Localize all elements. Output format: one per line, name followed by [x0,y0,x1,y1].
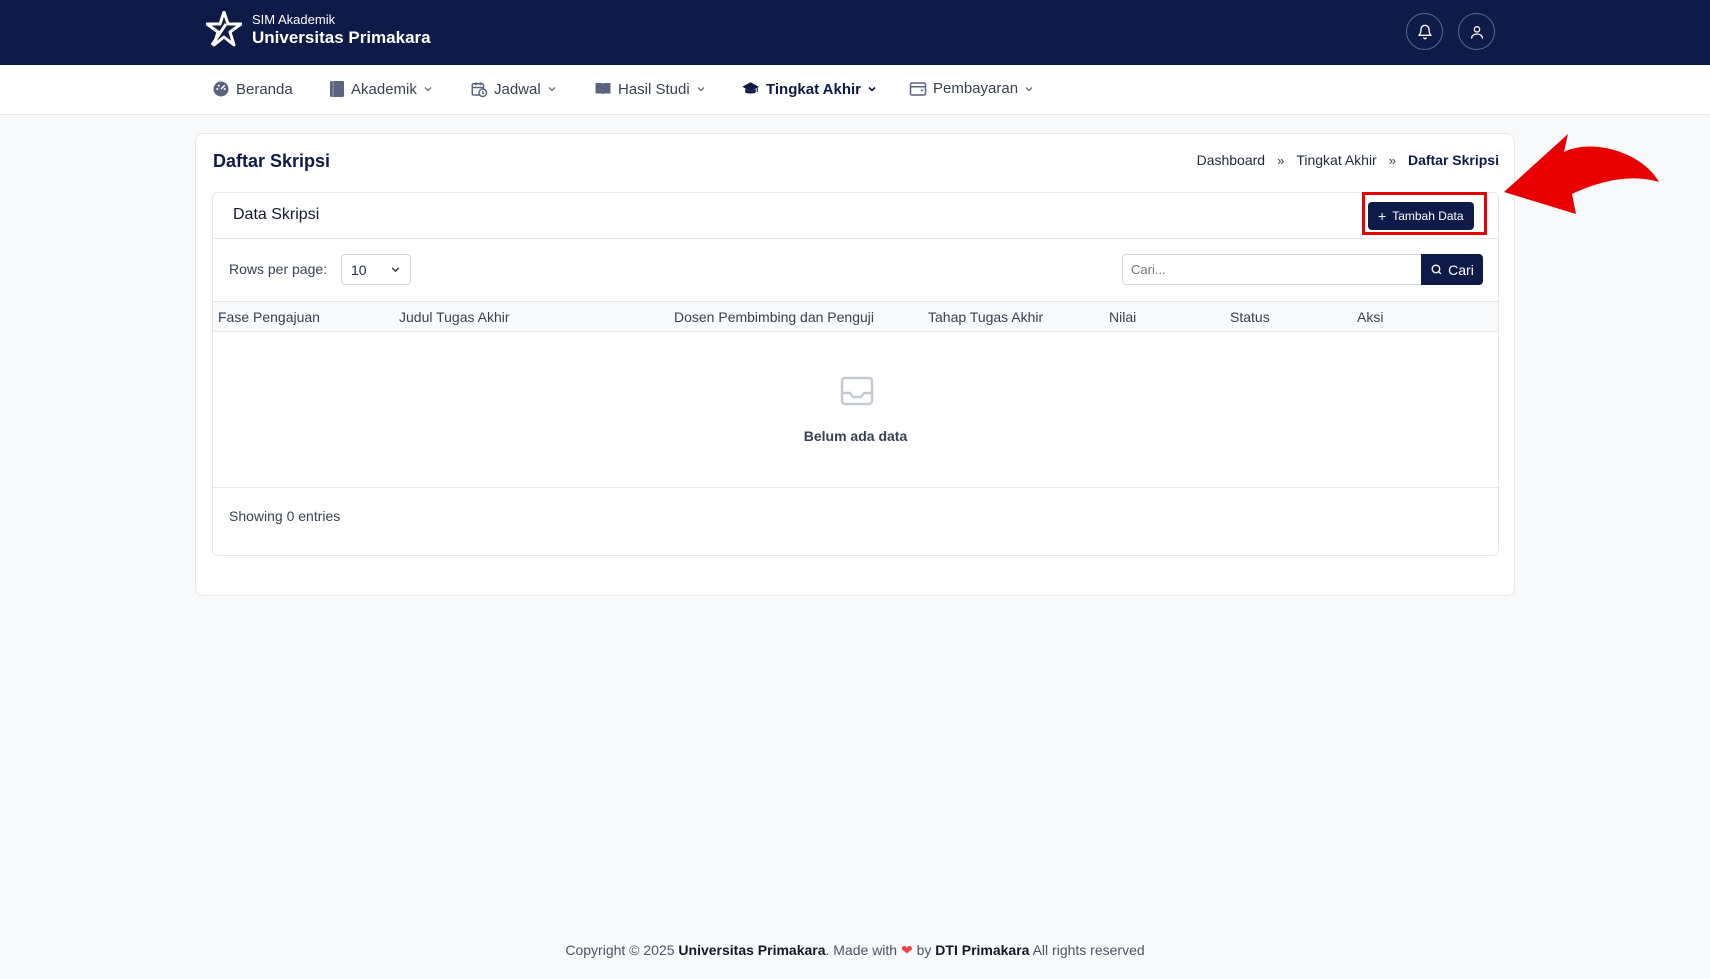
book-icon [329,80,345,98]
column-nilai: Nilai [1109,309,1137,325]
column-status: Status [1230,309,1270,325]
empty-state-text: Belum ada data [803,428,908,444]
notification-button[interactable] [1406,13,1443,50]
breadcrumb-separator: » [1277,152,1285,168]
chevron-down-icon [867,84,877,94]
nav-label: Tingkat Akhir [766,80,862,98]
breadcrumb-tingkat-akhir[interactable]: Tingkat Akhir [1296,152,1376,168]
data-skripsi-panel: Data Skripsi + Tambah Data Rows per page… [212,192,1499,556]
dashboard-icon [212,80,230,98]
nav-label: Hasil Studi [618,80,690,98]
footer-copyright: Copyright © 2025 [565,942,675,958]
page-title: Daftar Skripsi [213,151,331,171]
breadcrumb-dashboard[interactable]: Dashboard [1197,152,1266,168]
nav-label: Jadwal [494,80,541,98]
nav-tingkat-akhir[interactable]: Tingkat Akhir [741,80,877,98]
footer: Copyright © 2025 Universitas Primakara. … [0,942,1710,959]
chevron-down-icon [423,84,433,94]
primakara-logo-icon [206,11,242,47]
wallet-icon [909,81,927,97]
page-card: Daftar Skripsi Dashboard » Tingkat Akhir… [195,133,1515,596]
search-icon [1431,264,1442,275]
column-fase-pengajuan: Fase Pengajuan [218,309,320,325]
user-icon [1470,25,1483,39]
nav-hasil-studi[interactable]: Hasil Studi [594,80,706,98]
brand-name: Universitas Primakara [252,27,431,47]
breadcrumb-current: Daftar Skripsi [1407,152,1499,168]
calendar-icon [470,80,488,98]
nav-label: Beranda [236,80,293,98]
tambah-data-button[interactable]: + Tambah Data [1368,202,1474,230]
footer-made-with: . Made with [825,942,898,958]
empty-state: Belum ada data [213,332,1498,488]
chevron-down-icon [547,84,557,94]
footer-by: by [916,942,932,958]
annotation-arrow-icon [1504,134,1659,214]
breadcrumb: Dashboard » Tingkat Akhir » Daftar Skrip… [1197,152,1499,168]
column-tahap-tugas-akhir: Tahap Tugas Akhir [928,309,1044,325]
breadcrumb-separator: » [1388,152,1396,168]
nav-label: Pembayaran [933,80,1019,97]
nav-pembayaran[interactable]: Pembayaran [909,80,1034,97]
heart-icon: ❤ [900,942,913,958]
column-dosen: Dosen Pembimbing dan Penguji [674,309,875,325]
brand-subtitle: SIM Akademik [252,11,336,27]
tambah-data-label: Tambah Data [1392,209,1464,223]
nav-akademik[interactable]: Akademik [329,80,433,98]
panel-header: Data Skripsi + Tambah Data [213,193,1498,239]
chevron-down-icon [1024,84,1034,94]
search-button-label: Cari [1448,261,1474,278]
rows-per-page-select[interactable]: 10 [341,254,411,285]
chevron-down-icon [390,262,401,278]
column-aksi: Aksi [1357,309,1384,325]
bell-icon [1417,24,1432,39]
top-bar: SIM Akademik Universitas Primakara [0,0,1710,65]
graduation-cap-icon [741,80,760,98]
footer-rights: All rights reserved [1032,942,1145,958]
search-input[interactable] [1122,254,1421,285]
footer-team[interactable]: DTI Primakara [935,942,1029,958]
footer-org[interactable]: Universitas Primakara [678,942,825,958]
search-button[interactable]: Cari [1421,254,1483,285]
panel-title: Data Skripsi [233,206,320,223]
column-judul-tugas-akhir: Judul Tugas Akhir [399,309,510,325]
rows-per-page-label: Rows per page: [229,261,328,277]
nav-beranda[interactable]: Beranda [212,80,293,98]
user-menu-button[interactable] [1458,13,1495,50]
inbox-icon [840,376,874,406]
main-nav: Beranda Akademik Jadwal Hasil Studi Ting… [0,65,1710,115]
nav-jadwal[interactable]: Jadwal [470,80,557,98]
showing-entries: Showing 0 entries [229,508,341,524]
open-book-icon [594,80,612,98]
rows-per-page-value: 10 [351,261,367,278]
plus-icon: + [1378,208,1387,224]
brand-logo[interactable]: SIM Akademik Universitas Primakara [206,11,431,49]
nav-label: Akademik [351,80,417,98]
chevron-down-icon [696,84,706,94]
table-header: Fase Pengajuan Judul Tugas Akhir Dosen P… [213,301,1498,332]
